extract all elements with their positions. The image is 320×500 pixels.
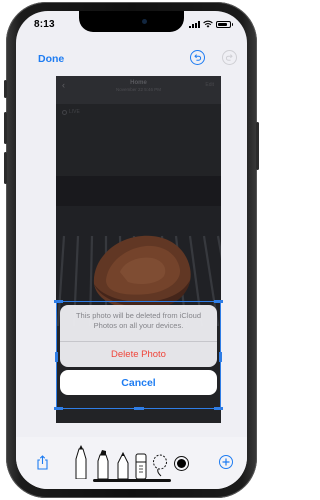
- color-picker-button[interactable]: [174, 456, 189, 471]
- cancel-button[interactable]: Cancel: [60, 370, 217, 395]
- selection-handle[interactable]: [54, 300, 63, 303]
- battery-icon: [216, 20, 233, 28]
- undo-icon: [194, 54, 202, 61]
- pencil-tool[interactable]: [116, 451, 130, 479]
- wifi-icon: [203, 20, 213, 28]
- action-sheet-message: This photo will be deleted from iCloud P…: [75, 311, 202, 330]
- markup-toolbar: Done: [16, 50, 247, 72]
- selection-handle[interactable]: [54, 407, 63, 410]
- selection-handle[interactable]: [219, 352, 222, 362]
- notch: [79, 11, 184, 32]
- eraser-icon: [135, 453, 147, 479]
- action-sheet: This photo will be deleted from iCloud P…: [60, 305, 217, 367]
- eraser-tool[interactable]: [134, 451, 148, 479]
- selection-handle[interactable]: [134, 407, 144, 410]
- done-button[interactable]: Done: [38, 53, 64, 65]
- status-icons: [189, 20, 233, 28]
- volume-down-button: [4, 152, 7, 184]
- lasso-icon: [153, 454, 167, 477]
- color-picker-icon: [177, 459, 186, 468]
- pencil-icon: [117, 451, 129, 479]
- power-button: [256, 122, 259, 170]
- add-button[interactable]: [219, 455, 233, 469]
- redo-button[interactable]: [222, 50, 237, 65]
- home-indicator[interactable]: [93, 479, 171, 482]
- mute-switch: [4, 80, 7, 98]
- volume-up-button: [4, 112, 7, 144]
- redo-icon: [225, 54, 233, 61]
- undo-button[interactable]: [190, 50, 205, 65]
- selection-handle[interactable]: [214, 407, 223, 410]
- marker-tool[interactable]: [96, 449, 110, 479]
- selection-handle[interactable]: [55, 352, 58, 362]
- delete-photo-button[interactable]: Delete Photo: [60, 342, 217, 367]
- front-camera-icon: [142, 19, 147, 24]
- selection-handle[interactable]: [214, 300, 223, 303]
- status-time: 8:13: [34, 19, 55, 30]
- lasso-tool[interactable]: [152, 453, 168, 477]
- marker-icon: [97, 450, 109, 479]
- screen: 8:13 Done ‹ Home November 22 5:46 PM Edi…: [16, 11, 247, 489]
- share-button[interactable]: [36, 455, 49, 470]
- add-icon: [222, 458, 230, 466]
- pen-icon: [75, 445, 87, 479]
- signal-icon: [189, 20, 200, 28]
- pen-tool[interactable]: [74, 445, 88, 479]
